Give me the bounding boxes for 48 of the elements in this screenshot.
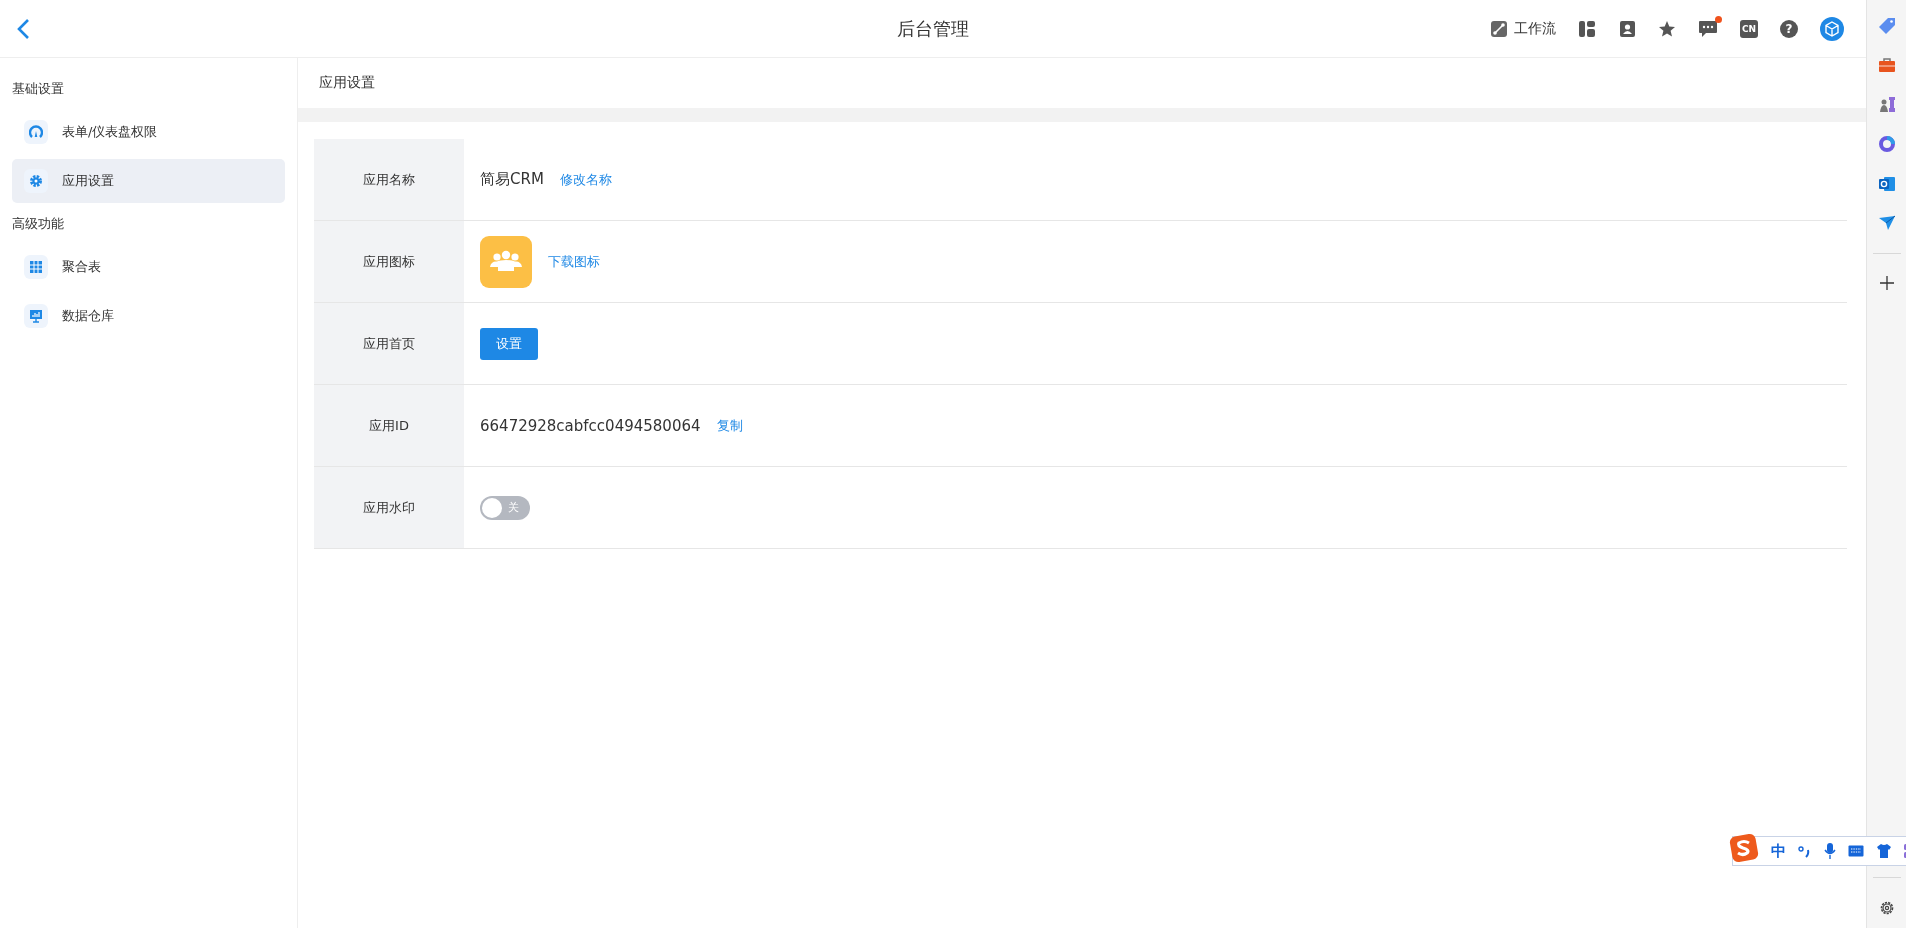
sidebar-item[interactable]: 表单/仪表盘权限: [12, 110, 285, 154]
toolbox-icon[interactable]: [1877, 57, 1896, 73]
gauge-icon: [29, 125, 43, 139]
tag-icon[interactable]: [1877, 17, 1896, 35]
mail-app-icon[interactable]: [1877, 175, 1896, 193]
field-label: 应用首页: [314, 303, 464, 384]
help-button[interactable]: ?: [1780, 19, 1798, 38]
field-label: 应用名称: [314, 139, 464, 220]
field-value: 66472928cabfcc0494580064: [480, 416, 701, 435]
paper-plane-icon[interactable]: [1877, 215, 1896, 231]
sidebar-item[interactable]: 聚合表: [12, 245, 285, 289]
language-button[interactable]: CN: [1740, 19, 1758, 38]
field-label: 应用图标: [314, 221, 464, 302]
app-people-icon: [480, 235, 532, 288]
shirt-icon[interactable]: [1876, 843, 1892, 859]
field-label: 应用ID: [314, 385, 464, 466]
cube-avatar-icon[interactable]: [1820, 16, 1844, 41]
contacts-icon[interactable]: [1618, 19, 1636, 38]
text-link[interactable]: 修改名称: [559, 170, 612, 189]
sidebar-group-title: 基础设置: [12, 80, 65, 98]
workflow-button[interactable]: 工作流: [1490, 19, 1556, 38]
microphone-icon[interactable]: [1824, 842, 1836, 860]
text-link[interactable]: 复制: [716, 416, 743, 435]
chat-icon[interactable]: [1698, 19, 1718, 38]
table-icon: [29, 260, 43, 274]
input-mode-toggle[interactable]: 中: [1771, 841, 1786, 861]
ring-logo-icon[interactable]: [1877, 135, 1896, 153]
field-label: 应用水印: [314, 467, 464, 548]
monitor-chart-icon: [29, 309, 43, 323]
sidebar-item[interactable]: 应用设置: [12, 159, 285, 203]
sidebar-item[interactable]: 数据仓库: [12, 294, 285, 338]
text-link[interactable]: 下载图标: [548, 252, 600, 271]
add-icon[interactable]: [1879, 276, 1894, 290]
page-title: 后台管理: [897, 16, 969, 41]
gear-icon: [29, 174, 43, 188]
field-value: 简易CRM: [480, 170, 544, 189]
workflow-icon: [1490, 19, 1508, 38]
settings-button[interactable]: 设置: [480, 327, 538, 360]
punctuation-icon[interactable]: [1798, 844, 1812, 858]
keyboard-icon[interactable]: [1848, 845, 1864, 857]
sidebar-group-title: 高级功能: [12, 215, 65, 233]
chess-pieces-icon[interactable]: [1877, 95, 1896, 113]
section-title: 应用设置: [298, 58, 1866, 122]
back-icon[interactable]: [16, 17, 30, 40]
star-icon[interactable]: [1658, 19, 1676, 38]
s-logo-icon[interactable]: [1729, 833, 1759, 863]
layout-icon[interactable]: [1578, 19, 1596, 38]
settings-icon[interactable]: [1878, 900, 1895, 916]
